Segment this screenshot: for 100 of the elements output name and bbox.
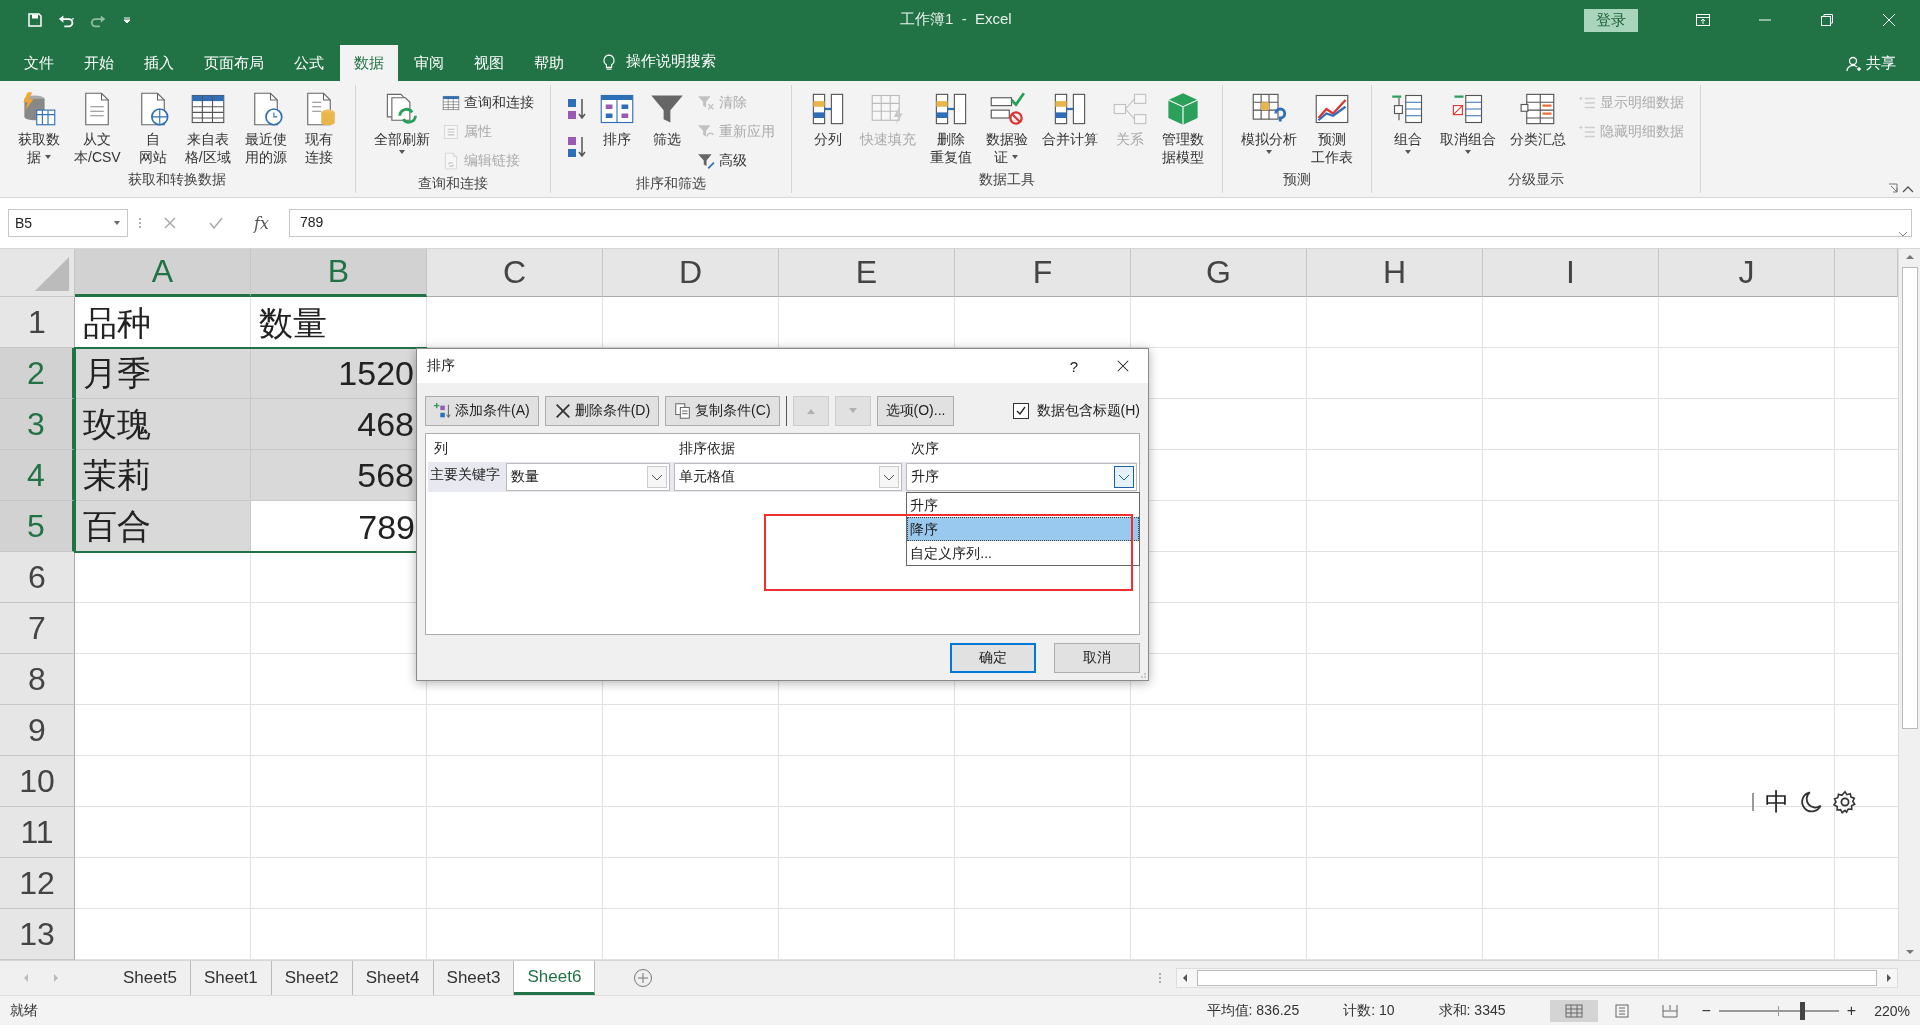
ribbon-button[interactable]: 现有 连接 [294, 89, 343, 171]
table-cell[interactable]: 百合 [75, 501, 251, 552]
ribbon-tab[interactable]: 视图 [460, 45, 518, 81]
help-button[interactable]: ? [1069, 357, 1078, 375]
ribbon-tab[interactable]: 数据 [340, 45, 398, 81]
column-header[interactable]: J [1659, 249, 1835, 297]
add-sheet-icon[interactable] [633, 968, 654, 988]
sort-descending-icon[interactable] [566, 135, 587, 159]
sign-in-button[interactable]: 登录 [1584, 8, 1638, 32]
dialog-launcher-icon[interactable] [1888, 183, 1898, 193]
dropdown-option[interactable]: 降序 [907, 517, 1140, 541]
zoom-in-button[interactable]: + [1838, 1001, 1865, 1020]
options-button[interactable]: 选项(O)... [876, 396, 955, 426]
cancel-button[interactable]: 取消 [1054, 643, 1140, 673]
expand-icon[interactable] [1898, 230, 1908, 238]
customize-toolbar-icon[interactable] [122, 15, 132, 25]
row-header[interactable]: 5 [0, 501, 75, 552]
moon-icon[interactable] [1799, 790, 1823, 814]
ribbon-tab[interactable]: 插入 [130, 45, 188, 81]
ribbon-button[interactable]: 预测 工作表 [1304, 89, 1359, 171]
ribbon-button[interactable]: 管理数 据模型 [1155, 89, 1210, 171]
horizontal-scrollbar[interactable] [1176, 968, 1898, 988]
drag-handle-icon[interactable] [1158, 971, 1162, 985]
ribbon-button[interactable]: 组合 [1383, 89, 1432, 171]
lightbulb-icon[interactable] [602, 54, 616, 72]
ribbon-button[interactable]: 数据验 证 [979, 89, 1034, 171]
resize-grip-icon[interactable] [1138, 670, 1146, 678]
dropdown-option[interactable]: 自定义序列... [907, 541, 1140, 565]
ribbon-button[interactable]: 最近使 用的源 [238, 89, 293, 171]
ribbon-tab[interactable]: 公式 [280, 45, 338, 81]
column-select[interactable]: 数量 [506, 463, 670, 491]
column-header[interactable]: F [955, 249, 1131, 297]
vertical-scrollbar[interactable] [1898, 249, 1920, 960]
ribbon-button[interactable]: 分类汇总 [1503, 89, 1572, 171]
ribbon-button[interactable]: 合并计算 [1035, 89, 1104, 171]
collapse-ribbon-icon[interactable] [1902, 185, 1914, 193]
row-header[interactable]: 10 [0, 756, 75, 807]
scroll-up-icon[interactable] [1904, 253, 1915, 261]
ribbon-button[interactable]: 取消组合 [1433, 89, 1502, 171]
ribbon-button[interactable]: 筛选 [642, 89, 691, 175]
toolbar-button[interactable]: 删除条件(D) [544, 396, 660, 426]
column-header[interactable]: C [427, 249, 603, 297]
table-cell[interactable]: 数量 [251, 297, 427, 348]
column-header[interactable]: G [1131, 249, 1307, 297]
column-header[interactable]: A [75, 249, 251, 297]
ribbon-button[interactable]: 分列 [803, 89, 852, 171]
input-mode-button[interactable]: 中 [1765, 786, 1789, 818]
chevron-down-icon[interactable] [1114, 466, 1134, 488]
ok-button[interactable]: 确定 [950, 643, 1036, 673]
ribbon-button[interactable]: 获取数 据 [12, 89, 66, 171]
column-header[interactable]: E [779, 249, 955, 297]
table-cell[interactable]: 品种 [75, 297, 251, 348]
save-icon[interactable] [26, 12, 44, 28]
table-cell[interactable]: 茉莉 [75, 450, 251, 501]
ribbon-button[interactable]: 全部刷新 [367, 89, 436, 175]
ribbon-button[interactable]: 排序 [592, 89, 641, 175]
row-header[interactable]: 3 [0, 399, 75, 450]
row-header[interactable]: 4 [0, 450, 75, 501]
sort-on-select[interactable]: 单元格值 [673, 463, 903, 491]
scroll-down-icon[interactable] [1904, 948, 1915, 956]
row-header[interactable]: 2 [0, 348, 75, 399]
ribbon-tab[interactable]: 审阅 [400, 45, 458, 81]
row-header[interactable]: 8 [0, 654, 75, 705]
normal-view-icon[interactable] [1549, 999, 1598, 1022]
row-header[interactable]: 11 [0, 807, 75, 858]
table-cell[interactable]: 玫瑰 [75, 399, 251, 450]
drag-handle-icon[interactable] [1751, 792, 1755, 812]
column-header[interactable]: D [603, 249, 779, 297]
toolbar-button[interactable]: 复制条件(C) [665, 396, 780, 426]
zoom-level[interactable]: 220% [1874, 1002, 1910, 1019]
sheet-tab[interactable]: Sheet6 [514, 961, 596, 995]
row-header[interactable]: 9 [0, 705, 75, 756]
cancel-icon[interactable] [162, 215, 178, 231]
column-header[interactable]: B [251, 249, 427, 297]
table-cell[interactable]: 月季 [75, 348, 251, 399]
dropdown-option[interactable]: 升序 [907, 493, 1140, 517]
column-header[interactable]: H [1307, 249, 1483, 297]
order-select[interactable]: 升序 [906, 463, 1137, 491]
checkbox-label[interactable]: 数据包含标题(H) [1036, 402, 1140, 420]
checkbox[interactable] [1012, 403, 1029, 419]
ribbon-button[interactable]: 自 网站 [128, 89, 177, 171]
formula-input[interactable]: 789 [288, 209, 1912, 237]
ribbon-tab[interactable]: 帮助 [520, 45, 578, 81]
ribbon-button[interactable]: 查询和连接 [441, 91, 534, 115]
drag-handle-icon[interactable] [138, 216, 142, 230]
ribbon-button[interactable]: 高级 [696, 149, 775, 173]
row-header[interactable]: 7 [0, 603, 75, 654]
scroll-thumb[interactable] [1197, 970, 1877, 986]
row-header[interactable]: 12 [0, 858, 75, 909]
ribbon-button[interactable]: 模拟分析 [1234, 89, 1303, 171]
sort-ascending-icon[interactable] [566, 97, 587, 121]
restore-icon[interactable] [1819, 12, 1835, 28]
tell-me-search[interactable]: 操作说明搜索 [626, 52, 716, 71]
settings-icon[interactable] [1833, 790, 1857, 814]
ribbon-button[interactable]: 来自表 格/区域 [178, 89, 237, 171]
insert-function-button[interactable]: fx [244, 213, 279, 233]
ribbon-tab[interactable]: 文件 [10, 45, 68, 81]
ribbon-display-icon[interactable] [1695, 12, 1711, 28]
scroll-left-icon[interactable] [1181, 973, 1189, 983]
ribbon-tab[interactable]: 开始 [70, 45, 128, 81]
